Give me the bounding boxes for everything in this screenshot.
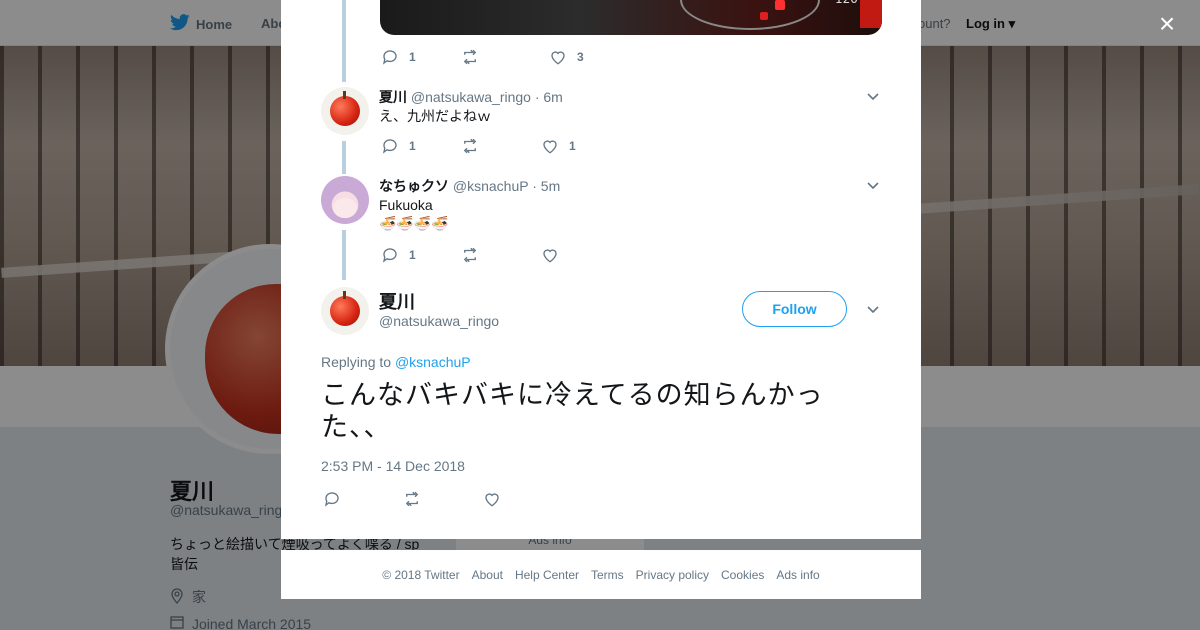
heart-icon [551, 51, 565, 65]
reply-count: 1 [409, 50, 416, 64]
dashboard-display [860, 0, 882, 28]
like-button[interactable] [483, 490, 501, 508]
author-name[interactable]: 夏川 [379, 288, 415, 314]
footer-link-cookies[interactable]: Cookies [721, 568, 764, 582]
reply-icon [382, 50, 397, 65]
tweet-time[interactable]: · 5m [532, 178, 560, 194]
heart-icon [543, 140, 557, 154]
reply-tweet[interactable]: なちゅクソ @ksnachuP · 5m Fukuoka 🍜🍜🍜🍜 [321, 176, 881, 236]
retweet-button[interactable] [461, 48, 549, 66]
copyright: © 2018 Twitter [382, 567, 460, 582]
tweet-media-image[interactable]: 120 [380, 0, 882, 35]
reply-count: 1 [409, 139, 416, 153]
like-button[interactable]: 1 [541, 137, 576, 155]
tweet-text-line: Fukuoka [379, 197, 433, 213]
chevron-down-icon[interactable] [865, 302, 881, 318]
tweet-header: 夏川 @natsukawa_ringo · 6m [379, 87, 563, 107]
dashboard-light [775, 0, 785, 10]
reply-count: 1 [409, 248, 416, 262]
tweet-actions [323, 490, 501, 508]
footer-link-privacy[interactable]: Privacy policy [636, 568, 709, 582]
chevron-down-icon[interactable] [865, 89, 881, 105]
retweet-icon [405, 491, 419, 507]
author-name[interactable]: 夏川 [379, 89, 407, 105]
close-icon[interactable]: × [1155, 10, 1179, 38]
avatar[interactable] [321, 287, 369, 335]
reply-button[interactable]: 1 [381, 246, 461, 264]
footer-link-ads-info[interactable]: Ads info [776, 568, 819, 582]
heart-icon [543, 249, 557, 263]
retweet-icon [463, 247, 477, 263]
retweet-button[interactable] [461, 246, 541, 264]
reply-icon [382, 248, 397, 263]
retweet-button[interactable] [403, 490, 483, 508]
like-count: 1 [569, 139, 576, 153]
like-button[interactable]: 3 [549, 48, 584, 66]
reply-icon [382, 139, 397, 154]
reply-button[interactable]: 1 [381, 137, 461, 155]
avatar[interactable] [321, 176, 369, 224]
tweet-text: え、九州だよねｗ [379, 108, 491, 124]
footer-link-help-center[interactable]: Help Center [515, 568, 579, 582]
tweet-time[interactable]: · 6m [535, 89, 563, 105]
footer-link-terms[interactable]: Terms [591, 568, 624, 582]
footer-link-about[interactable]: About [472, 568, 503, 582]
reply-button[interactable]: 1 [381, 48, 461, 66]
retweet-button[interactable] [461, 137, 541, 155]
gauge-dial [680, 0, 820, 30]
reply-icon [324, 492, 339, 507]
like-button[interactable] [541, 246, 559, 264]
retweet-icon [463, 138, 477, 154]
tweet-actions: 1 [381, 246, 559, 264]
replying-prefix: Replying to [321, 354, 392, 370]
thread-line [342, 230, 346, 280]
modal-footer: © 2018 Twitter About Help Center Terms P… [281, 550, 921, 599]
tweet-actions: 1 1 [381, 137, 576, 155]
avatar[interactable] [321, 87, 369, 135]
author-name[interactable]: なちゅクソ [379, 178, 449, 194]
tweet-header: なちゅクソ @ksnachuP · 5m [379, 176, 560, 196]
like-count: 3 [577, 50, 584, 64]
replying-to: Replying to @ksnachuP [321, 354, 471, 370]
replying-to-link[interactable]: @ksnachuP [395, 354, 471, 370]
chevron-down-icon[interactable] [865, 178, 881, 194]
tweet-actions: 1 3 [381, 48, 584, 66]
tweet-text: Fukuoka 🍜🍜🍜🍜 [379, 196, 449, 234]
tweet-timestamp[interactable]: 2:53 PM - 14 Dec 2018 [321, 458, 465, 474]
dashboard-light [760, 12, 768, 20]
ramen-emoji: 🍜🍜🍜🍜 [379, 216, 449, 232]
main-tweet-text: こんなバキバキに冷えてるの知らんかった、、 [321, 380, 824, 443]
author-handle[interactable]: @natsukawa_ringo [411, 89, 531, 105]
gauge-marking: 120 [835, 0, 858, 6]
thread-line [342, 0, 346, 82]
heart-icon [485, 493, 499, 507]
follow-button[interactable]: Follow [742, 291, 847, 327]
tweet-modal: 120 1 3 夏川 @natsukawa_ringo · 6m え、九州だよね… [281, 0, 921, 539]
author-handle[interactable]: @ksnachuP [453, 178, 528, 194]
author-handle[interactable]: @natsukawa_ringo [379, 313, 499, 329]
retweet-icon [463, 49, 477, 65]
reply-button[interactable] [323, 490, 403, 508]
